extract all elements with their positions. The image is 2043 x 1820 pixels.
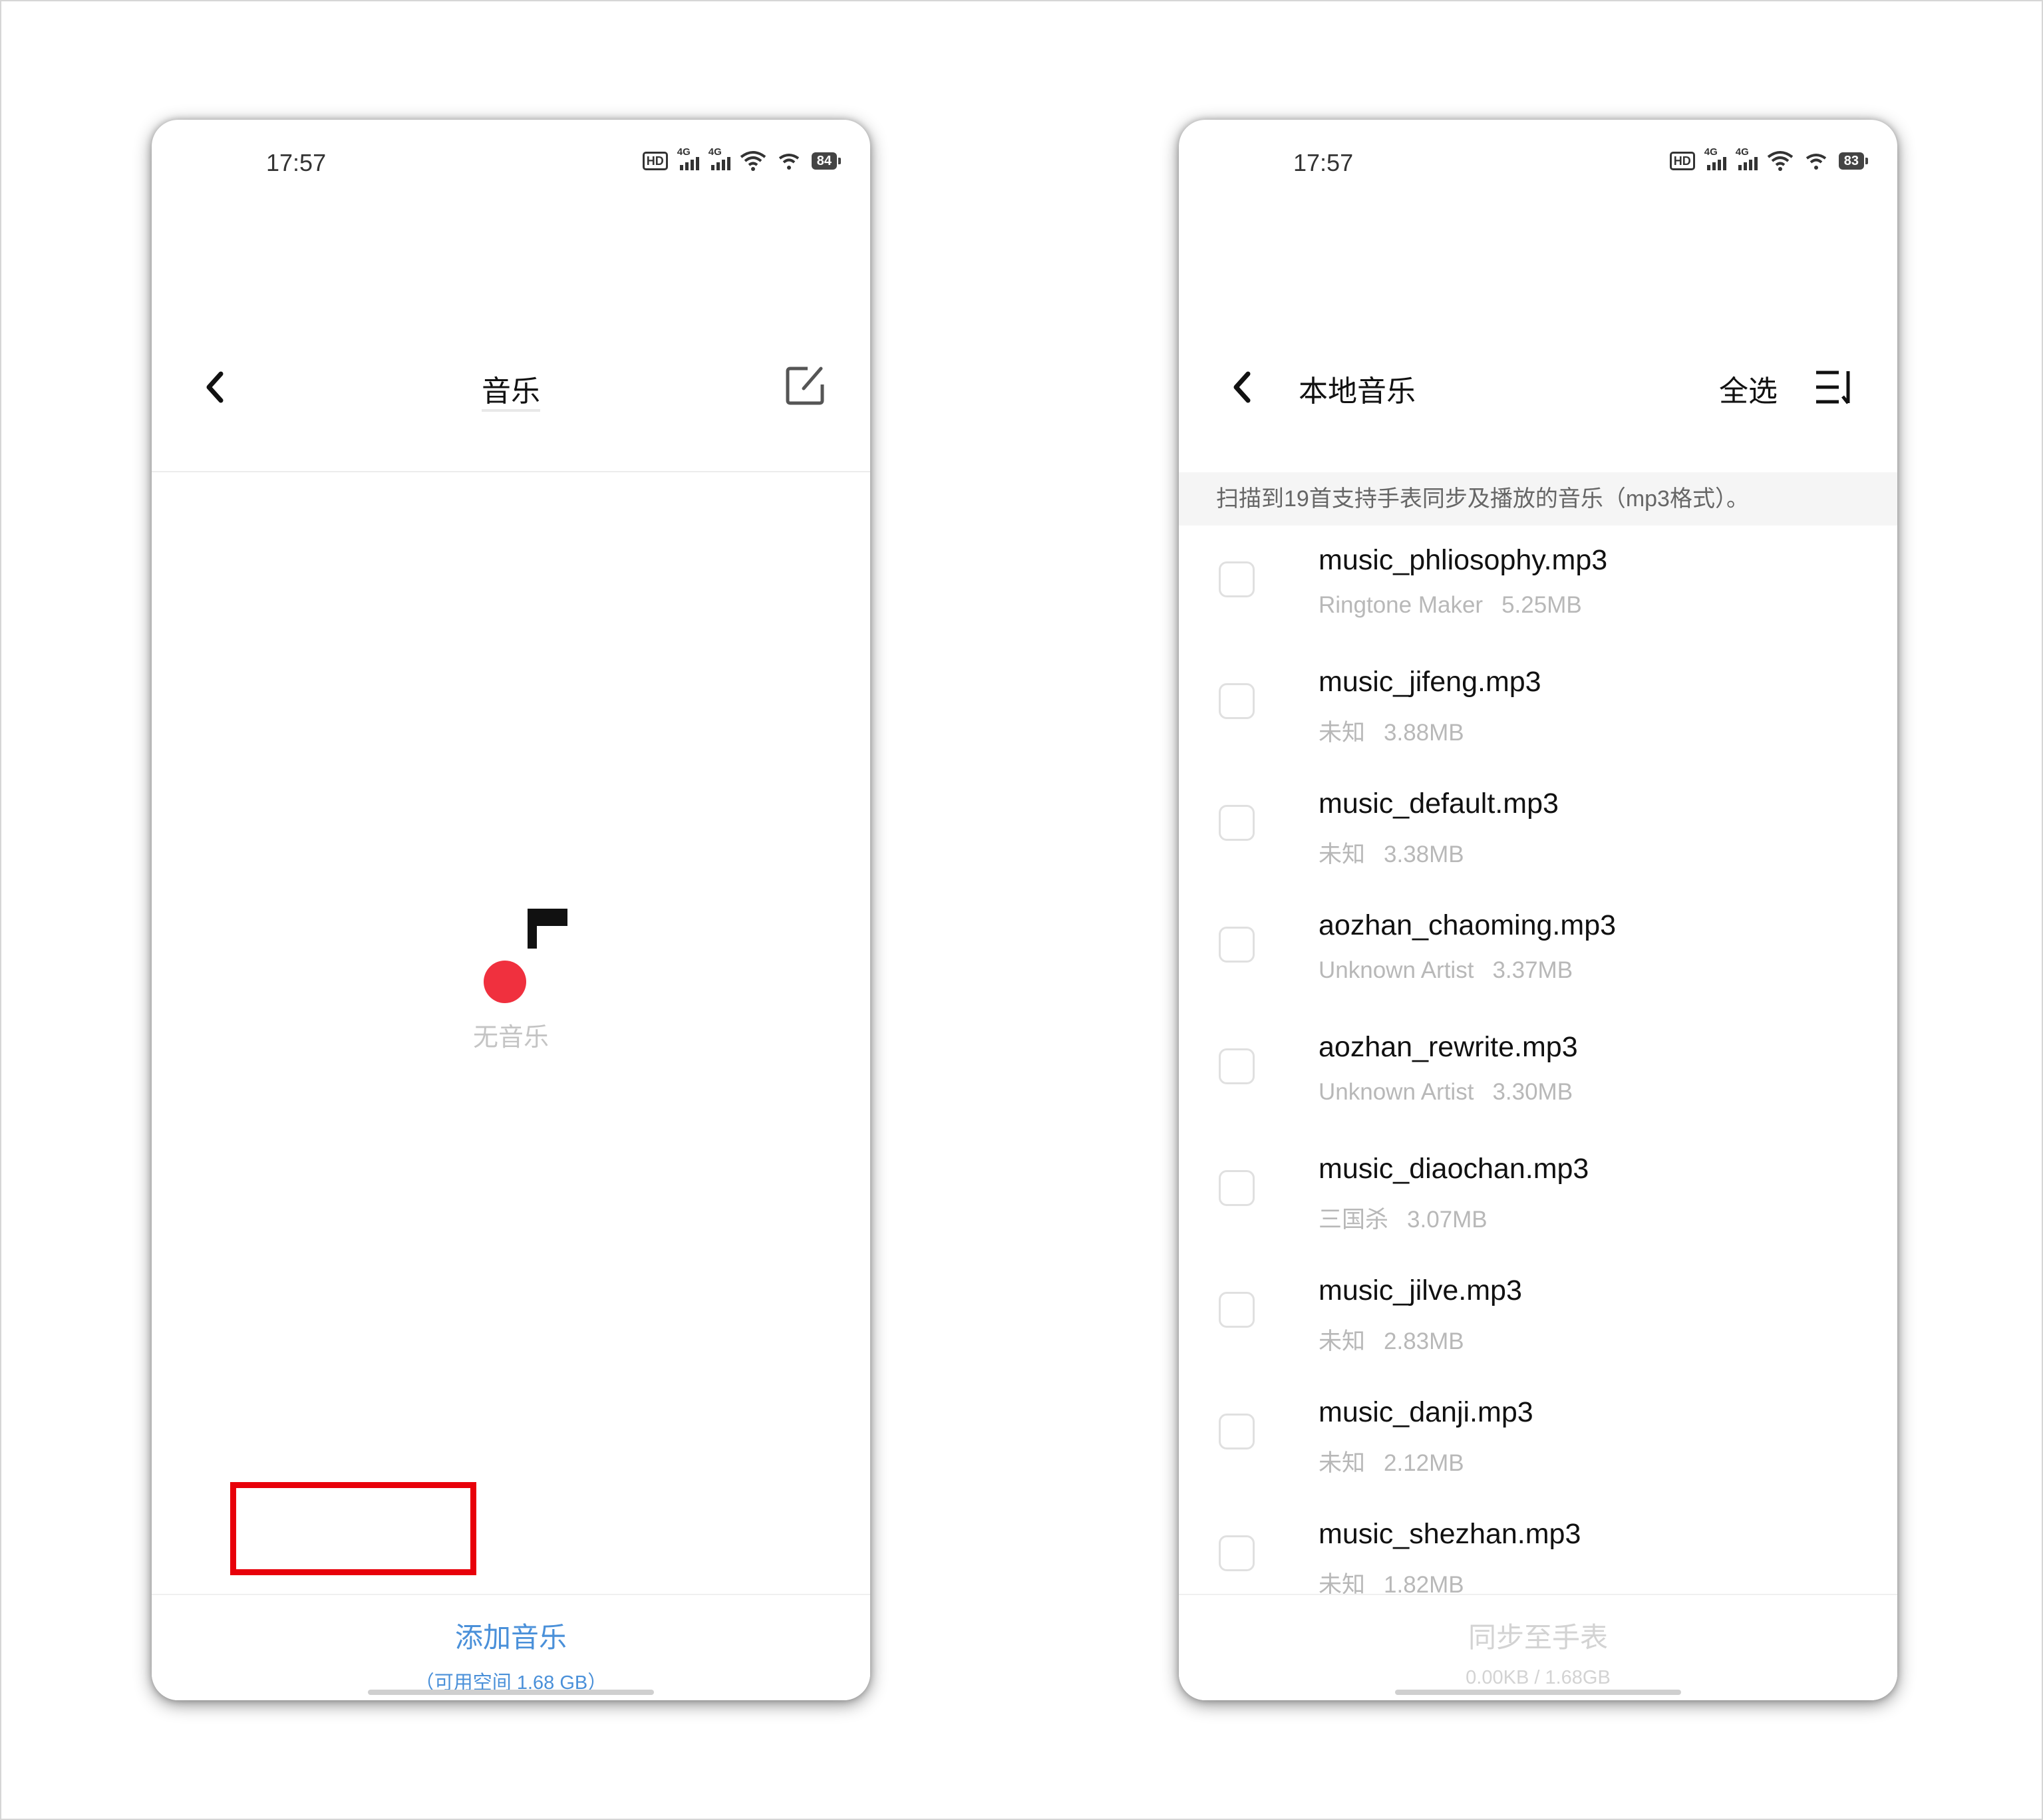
- app-header: 本地音乐 全选: [1179, 339, 1897, 439]
- signal-4g-icon: 4G: [677, 146, 699, 170]
- song-name: music_default.mp3: [1319, 788, 1559, 820]
- signal-4g-icon: 4G: [708, 146, 730, 170]
- song-size: 3.37MB: [1492, 957, 1573, 983]
- song-meta: Unknown Artist 3.37MB: [1319, 957, 1573, 984]
- song-name: music_jifeng.mp3: [1319, 666, 1541, 698]
- wifi-icon: [1806, 154, 1826, 170]
- edit-icon[interactable]: [784, 363, 828, 407]
- hd-icon: HD: [1669, 152, 1695, 170]
- song-meta: 未知 2.83MB: [1319, 1322, 1464, 1356]
- song-artist: 未知: [1319, 1572, 1366, 1595]
- list-item[interactable]: music_diaochan.mp3 三国杀 3.07MB: [1179, 1134, 1897, 1256]
- home-indicator[interactable]: [368, 1690, 654, 1695]
- list-item[interactable]: aozhan_chaoming.mp3 Unknown Artist 3.37MB: [1179, 891, 1897, 1012]
- song-size: 2.12MB: [1384, 1450, 1464, 1476]
- status-icons: HD 4G 4G 83: [1669, 146, 1869, 174]
- select-checkbox[interactable]: [1219, 1170, 1255, 1206]
- hd-icon: HD: [642, 152, 668, 170]
- list-item[interactable]: music_jifeng.mp3 未知 3.88MB: [1179, 647, 1897, 769]
- song-artist: 未知: [1319, 720, 1366, 746]
- sync-size-label: 0.00KB / 1.68GB: [1466, 1667, 1611, 1688]
- signal-4g-icon: 4G: [1736, 146, 1758, 170]
- song-artist: Unknown Artist: [1319, 957, 1474, 983]
- list-item[interactable]: music_danji.mp3 未知 2.12MB: [1179, 1378, 1897, 1499]
- music-note-icon: [481, 909, 574, 1008]
- battery-icon: 84: [811, 152, 842, 170]
- page-title-wrap: 音乐: [152, 367, 870, 412]
- signal-4g-icon: 4G: [1704, 146, 1726, 170]
- header-divider: [152, 471, 870, 472]
- wifi-icon: [1767, 151, 1793, 171]
- phone-music-screen: 17:57 HD 4G 4G 84 音乐 无音乐 添加音乐 （可用空间 1.68…: [152, 120, 870, 1700]
- song-size: 5.25MB: [1501, 592, 1582, 618]
- list-item[interactable]: music_shezhan.mp3 未知 1.82MB: [1179, 1499, 1897, 1595]
- add-music-button[interactable]: 添加音乐 （可用空间 1.68 GB）: [152, 1594, 870, 1700]
- select-checkbox[interactable]: [1219, 1048, 1255, 1084]
- sort-icon[interactable]: [1813, 367, 1856, 407]
- song-name: music_danji.mp3: [1319, 1396, 1533, 1428]
- list-item[interactable]: aozhan_rewrite.mp3 Unknown Artist 3.30MB: [1179, 1012, 1897, 1134]
- song-artist: Unknown Artist: [1319, 1079, 1474, 1105]
- home-indicator[interactable]: [1395, 1690, 1681, 1695]
- sync-label: 同步至手表: [1468, 1622, 1608, 1653]
- select-checkbox[interactable]: [1219, 1292, 1255, 1328]
- status-bar: 17:57 HD 4G 4G 84: [152, 120, 870, 213]
- song-meta: Unknown Artist 3.30MB: [1319, 1079, 1573, 1106]
- song-meta: 未知 2.12MB: [1319, 1444, 1464, 1478]
- song-size: 1.82MB: [1384, 1572, 1464, 1595]
- song-meta: Ringtone Maker 5.25MB: [1319, 592, 1582, 619]
- music-list: music_phliosophy.mp3 Ringtone Maker 5.25MB…: [1179, 526, 1897, 1595]
- battery-icon: 83: [1838, 152, 1869, 170]
- wifi-icon: [740, 151, 766, 171]
- song-artist: 未知: [1319, 1450, 1366, 1476]
- song-size: 3.38MB: [1384, 841, 1464, 867]
- list-item[interactable]: music_default.mp3 未知 3.38MB: [1179, 769, 1897, 891]
- scan-info-banner: 扫描到19首支持手表同步及播放的音乐（mp3格式）。: [1179, 472, 1897, 526]
- song-size: 3.88MB: [1384, 720, 1464, 746]
- song-artist: 未知: [1319, 841, 1366, 867]
- wifi-icon: [778, 154, 799, 170]
- song-meta: 未知 3.38MB: [1319, 835, 1464, 869]
- sync-to-watch-button[interactable]: 同步至手表 0.00KB / 1.68GB: [1179, 1594, 1897, 1700]
- empty-state: 无音乐: [152, 909, 870, 1068]
- status-time: 17:57: [1293, 149, 1354, 176]
- select-checkbox[interactable]: [1219, 683, 1255, 719]
- song-name: aozhan_rewrite.mp3: [1319, 1031, 1578, 1063]
- song-artist: 未知: [1319, 1328, 1366, 1354]
- status-icons: HD 4G 4G 84: [642, 146, 842, 174]
- song-artist: Ringtone Maker: [1319, 592, 1484, 618]
- song-name: music_jilve.mp3: [1319, 1275, 1522, 1306]
- list-item[interactable]: music_jilve.mp3 未知 2.83MB: [1179, 1256, 1897, 1378]
- select-checkbox[interactable]: [1219, 927, 1255, 963]
- add-music-label: 添加音乐: [454, 1622, 567, 1653]
- song-name: music_shezhan.mp3: [1319, 1518, 1581, 1550]
- song-meta: 未知 1.82MB: [1319, 1566, 1464, 1595]
- song-artist: 三国杀: [1319, 1207, 1389, 1233]
- select-all-button[interactable]: 全选: [1719, 367, 1778, 410]
- status-bar: 17:57 HD 4G 4G 83: [1179, 120, 1897, 213]
- highlight-annotation: [230, 1482, 476, 1575]
- list-item[interactable]: music_phliosophy.mp3 Ringtone Maker 5.25MB: [1179, 526, 1897, 647]
- song-size: 2.83MB: [1384, 1328, 1464, 1354]
- select-checkbox[interactable]: [1219, 561, 1255, 597]
- song-name: aozhan_chaoming.mp3: [1319, 909, 1617, 941]
- select-checkbox[interactable]: [1219, 1414, 1255, 1449]
- phone-local-music-screen: 17:57 HD 4G 4G 83 本地音乐 全选 扫描到19首支持手表同步及播…: [1179, 120, 1897, 1700]
- select-checkbox[interactable]: [1219, 805, 1255, 841]
- app-header: 音乐: [152, 339, 870, 439]
- song-meta: 未知 3.88MB: [1319, 714, 1464, 748]
- song-meta: 三国杀 3.07MB: [1319, 1201, 1488, 1235]
- page-title: 本地音乐: [1299, 375, 1416, 408]
- song-size: 3.30MB: [1492, 1079, 1573, 1105]
- select-checkbox[interactable]: [1219, 1535, 1255, 1571]
- status-time: 17:57: [266, 149, 327, 176]
- empty-text: 无音乐: [472, 1024, 549, 1052]
- page-title: 音乐: [482, 375, 540, 412]
- song-name: music_phliosophy.mp3: [1319, 544, 1608, 576]
- song-name: music_diaochan.mp3: [1319, 1153, 1589, 1185]
- song-size: 3.07MB: [1407, 1207, 1488, 1233]
- back-icon[interactable]: [1225, 367, 1259, 407]
